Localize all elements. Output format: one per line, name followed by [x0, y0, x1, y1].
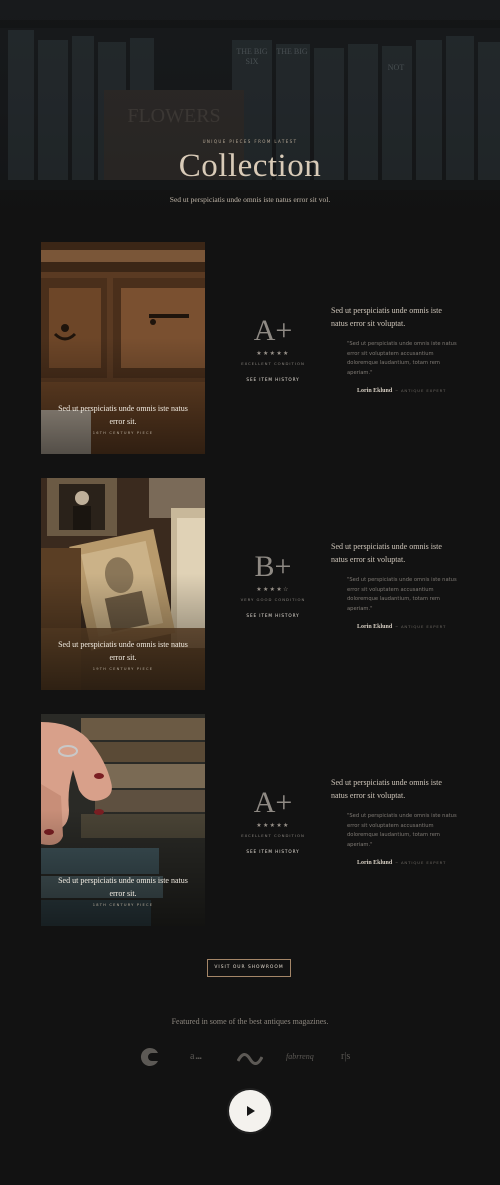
item-caption: Sed ut perspiciatis unde omnis iste natu…	[58, 876, 188, 898]
item-caption: Sed ut perspiciatis unde omnis iste natu…	[58, 404, 188, 426]
item-photo-card[interactable]: Sed ut perspiciatis unde omnis iste natu…	[41, 478, 205, 690]
testimonial-heading: Sed ut perspiciatis unde omnis iste natu…	[331, 542, 442, 564]
testimonial-text: "Sed ut perspiciatis unde omnis iste nat…	[347, 813, 457, 848]
featured-text: Featured in some of the best antiques ma…	[171, 1017, 329, 1026]
item-photo-card[interactable]: Sed ut perspiciatis unde omnis iste natu…	[41, 714, 205, 926]
press-logos: a▪▪▪ fabrrenq r|s	[0, 1046, 500, 1068]
author-name: Lorin Eklund	[357, 860, 393, 866]
hero-kicker: Unique pieces from latest	[202, 139, 298, 144]
grade-letter: A+	[253, 786, 293, 819]
testimonial: Sed ut perspiciatis unde omnis iste natu…	[331, 304, 459, 394]
grade-block: B+ ★★★★☆ Very good condition See item hi…	[231, 551, 315, 621]
condition-label: Very good condition	[240, 597, 306, 602]
play-video-button[interactable]	[229, 1090, 271, 1132]
rs-logo: r|s	[341, 1051, 351, 1062]
play-icon	[247, 1106, 255, 1116]
author-separator: –	[395, 860, 398, 866]
script-logo: fabrrenq	[286, 1052, 314, 1061]
author-separator: –	[395, 624, 398, 630]
svg-text:SIX: SIX	[246, 57, 259, 66]
see-item-history-link[interactable]: See item history	[246, 377, 299, 382]
author-line: Lorin Eklund – Antique expert	[357, 388, 459, 394]
collection-item: Sed ut perspiciatis unde omnis iste natu…	[41, 714, 459, 926]
hero-subtitle: Sed ut perspiciatis unde omnis iste natu…	[169, 195, 331, 204]
page-title: Collection	[178, 148, 322, 184]
author-name: Lorin Eklund	[357, 388, 393, 394]
author-role: Antique expert	[400, 388, 447, 393]
collection-item: Sed ut perspiciatis unde omnis iste natu…	[41, 478, 459, 690]
svg-text:NOT: NOT	[388, 63, 405, 72]
item-era-tag: 16th century piece	[92, 431, 154, 435]
c-logo-icon	[140, 1046, 160, 1068]
testimonial: Sed ut perspiciatis unde omnis iste natu…	[331, 776, 459, 866]
star-rating: ★★★★★	[256, 822, 290, 829]
grade-letter: B+	[254, 550, 292, 583]
item-era-tag: 18th century piece	[92, 903, 154, 907]
author-role: Antique expert	[400, 860, 447, 865]
author-line: Lorin Eklund – Antique expert	[357, 624, 459, 630]
hero-section: FLOWERS THE BIG SIX THE BIG NOT Unique pi…	[0, 0, 500, 225]
condition-label: Excellent condition	[241, 833, 305, 838]
wave-logo-icon	[236, 1046, 264, 1068]
item-era-tag: 19th century piece	[92, 667, 154, 671]
star-rating: ★★★★★	[256, 350, 290, 357]
collection-item: Sed ut perspiciatis unde omnis iste natu…	[41, 242, 459, 454]
author-line: Lorin Eklund – Antique expert	[357, 860, 459, 866]
svg-text:THE BIG: THE BIG	[276, 47, 308, 56]
svg-text:THE BIG: THE BIG	[236, 47, 268, 56]
a-logo: a▪▪▪	[190, 1051, 202, 1062]
star-rating: ★★★★☆	[256, 586, 290, 593]
svg-text:FLOWERS: FLOWERS	[127, 105, 220, 127]
testimonial-text: "Sed ut perspiciatis unde omnis iste nat…	[347, 577, 457, 612]
testimonial-heading: Sed ut perspiciatis unde omnis iste natu…	[331, 306, 442, 328]
visit-showroom-button[interactable]: Visit our showroom	[207, 959, 291, 977]
author-role: Antique expert	[400, 624, 447, 629]
author-separator: –	[395, 388, 398, 394]
grade-block: A+ ★★★★★ Excellent condition See item hi…	[231, 787, 315, 857]
grade-letter: A+	[253, 314, 293, 347]
author-name: Lorin Eklund	[357, 624, 393, 630]
testimonial-heading: Sed ut perspiciatis unde omnis iste natu…	[331, 778, 442, 800]
a-logo-text: a	[190, 1051, 195, 1062]
grade-block: A+ ★★★★★ Excellent condition See item hi…	[231, 315, 315, 385]
see-item-history-link[interactable]: See item history	[246, 613, 299, 618]
testimonial-text: "Sed ut perspiciatis unde omnis iste nat…	[347, 341, 457, 376]
condition-label: Excellent condition	[241, 361, 305, 366]
see-item-history-link[interactable]: See item history	[246, 849, 299, 854]
item-photo-card[interactable]: Sed ut perspiciatis unde omnis iste natu…	[41, 242, 205, 454]
item-caption: Sed ut perspiciatis unde omnis iste natu…	[58, 640, 188, 662]
testimonial: Sed ut perspiciatis unde omnis iste natu…	[331, 540, 459, 630]
